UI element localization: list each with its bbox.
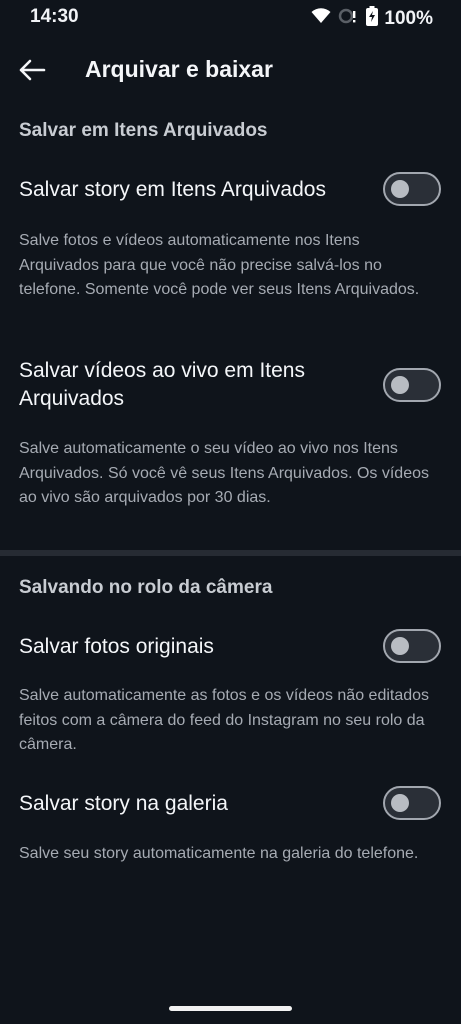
- setting-label-save-live-archive[interactable]: Salvar vídeos ao vivo em Itens Arquivado…: [19, 357, 361, 413]
- setting-label-save-story-archive[interactable]: Salvar story em Itens Arquivados: [19, 176, 361, 204]
- section-title-camera-roll: Salvando no rolo da câmera: [19, 577, 273, 598]
- battery-icon: [366, 6, 379, 31]
- back-arrow-icon: [19, 59, 46, 81]
- page-title: Arquivar e baixar: [85, 56, 273, 82]
- setting-description: Salve automaticamente as fotos e os víde…: [19, 687, 430, 753]
- toggle-save-story-archive[interactable]: [383, 172, 441, 206]
- section-divider: [0, 550, 461, 556]
- setting-description: Salve fotos e vídeos automaticamente nos…: [19, 232, 420, 298]
- toggle-knob: [391, 180, 409, 198]
- status-icons: 100%: [310, 6, 433, 31]
- status-time: 14:30: [30, 6, 79, 27]
- toggle-save-live-archive[interactable]: [383, 368, 441, 402]
- setting-description: Salve seu story automaticamente na galer…: [19, 845, 419, 862]
- toggle-knob: [391, 376, 409, 394]
- toggle-save-story-gallery[interactable]: [383, 786, 441, 820]
- setting-label-save-original-photos[interactable]: Salvar fotos originais: [19, 633, 361, 661]
- app-header: Arquivar e baixar: [0, 46, 461, 94]
- toggle-knob: [391, 794, 409, 812]
- toggle-knob: [391, 637, 409, 655]
- status-bar: 14:30 100%: [0, 0, 461, 34]
- section-title-archive: Salvar em Itens Arquivados: [19, 120, 268, 141]
- setting-label-save-story-gallery[interactable]: Salvar story na galeria: [19, 790, 361, 818]
- toggle-save-original-photos[interactable]: [383, 629, 441, 663]
- signal-alert-icon: [338, 7, 360, 30]
- battery-percent: 100%: [384, 7, 433, 29]
- wifi-icon: [310, 7, 332, 30]
- back-button[interactable]: [14, 52, 50, 88]
- setting-description: Salve automaticamente o seu vídeo ao viv…: [19, 440, 429, 506]
- home-indicator[interactable]: [169, 1006, 292, 1011]
